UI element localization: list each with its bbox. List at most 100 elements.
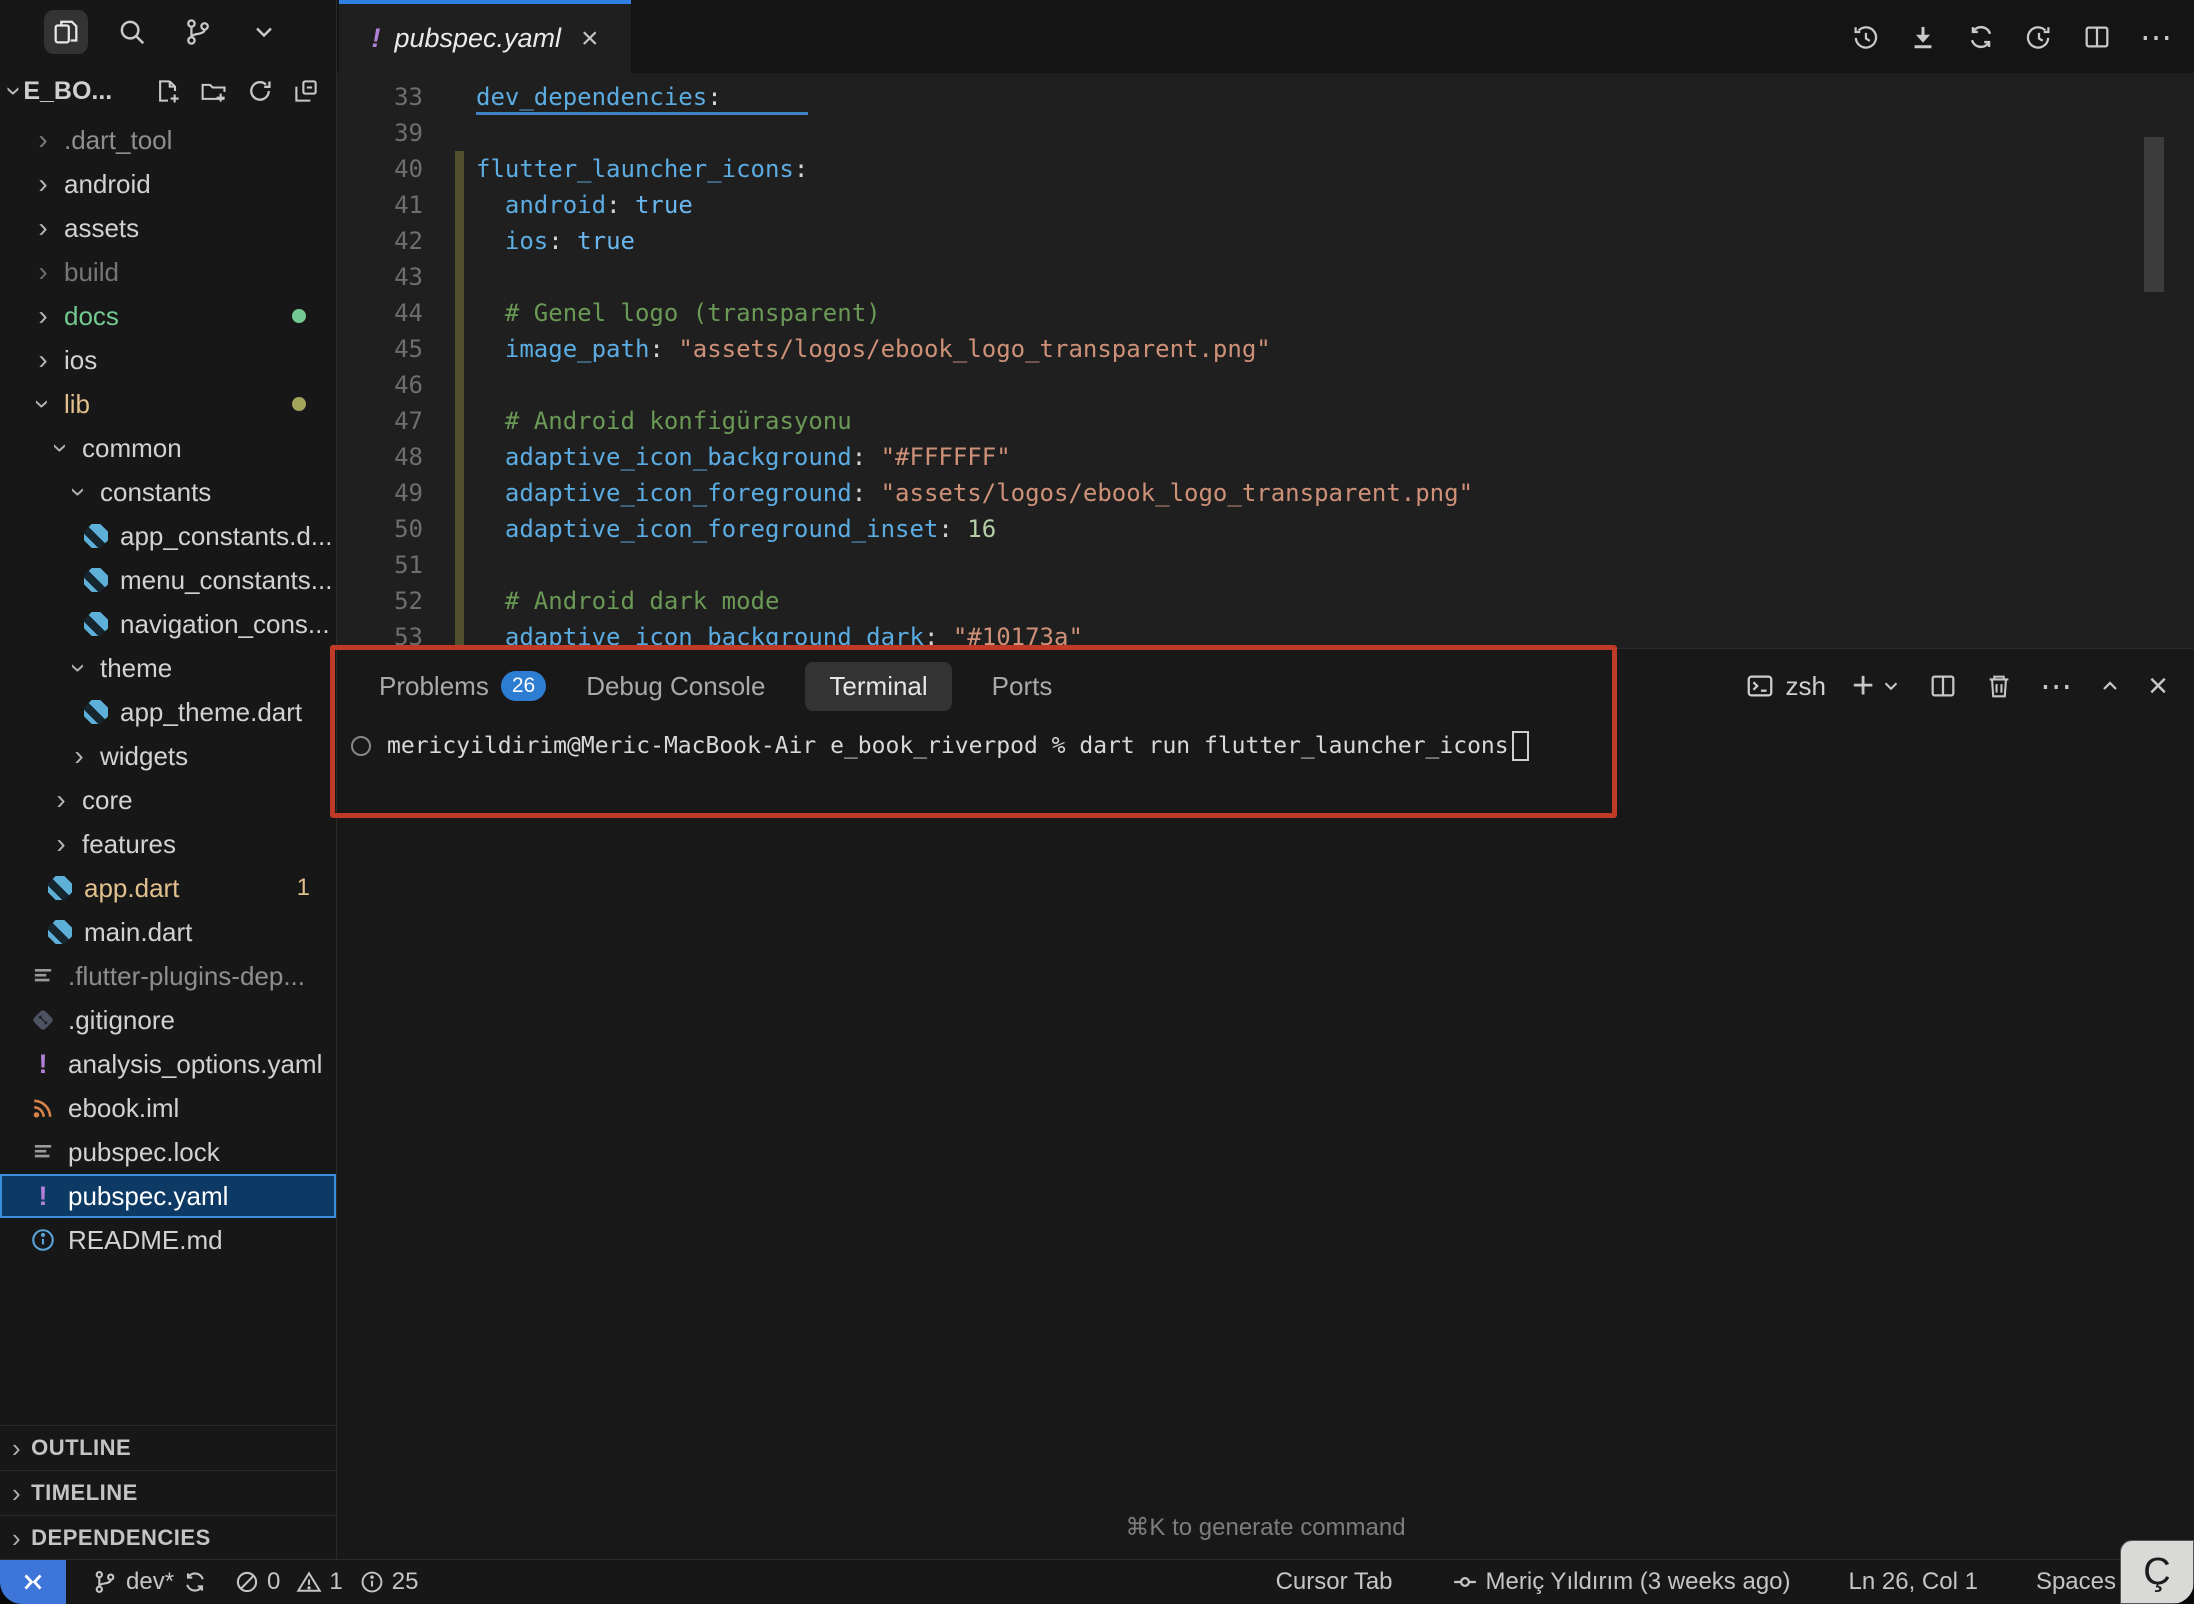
tree-item-gitignore[interactable]: .gitignore [0,998,336,1042]
remote-indicator[interactable] [0,1560,66,1604]
new-folder-icon[interactable] [200,77,228,105]
tree-item-menu-constants[interactable]: menu_constants... [0,558,336,602]
split-terminal-icon[interactable] [1928,671,1958,701]
maximize-panel-icon[interactable] [2098,674,2122,698]
refresh-icon[interactable] [246,77,274,105]
tree-item-theme[interactable]: ›theme [0,646,336,690]
tree-item-lib[interactable]: ›lib [0,382,336,426]
code-line-42[interactable]: 42 ios: true [337,223,2194,259]
cursor-position[interactable]: Ln 26, Col 1 [1849,1568,1978,1596]
more-actions-icon[interactable]: ⋯ [2140,21,2172,53]
tree-item-ebook-iml[interactable]: ebook.iml [0,1086,336,1130]
code-line-51[interactable]: 51 [337,547,2194,583]
dart-file-icon [84,612,108,636]
more-views-button[interactable] [242,10,286,54]
code-token: : [852,443,881,471]
terminal-output[interactable]: mericyildirim@Meric-MacBook-Air e_book_r… [337,731,2194,761]
search-button[interactable] [110,10,154,54]
code-line-41[interactable]: 41 android: true [337,187,2194,223]
split-editor-icon[interactable] [2082,22,2112,52]
source-control-button[interactable] [176,10,220,54]
accent-char-popup[interactable]: Ç [2120,1540,2194,1604]
new-terminal-icon[interactable]: + [1852,667,1874,705]
code-line-40[interactable]: 40flutter_launcher_icons: [337,151,2194,187]
tree-item-core[interactable]: ›core [0,778,336,822]
section-dependencies[interactable]: › DEPENDENCIES [0,1515,336,1560]
tree-item-android[interactable]: ›android [0,162,336,206]
kill-terminal-icon[interactable] [1984,671,2014,701]
tree-item-analysis-options-yaml[interactable]: !analysis_options.yaml [0,1042,336,1086]
sync-icon[interactable] [1966,22,1996,52]
panel-tab-label: Ports [992,671,1053,702]
panel-tab-ports[interactable]: Ports [992,671,1053,702]
download-icon[interactable] [1908,22,1938,52]
code-line-50[interactable]: 50 adaptive_icon_foreground_inset: 16 [337,511,2194,547]
code-line-43[interactable]: 43 [337,259,2194,295]
tree-item-readme-md[interactable]: README.md [0,1218,336,1262]
tree-item-features[interactable]: ›features [0,822,336,866]
more-panel-icon[interactable]: ⋯ [2040,670,2072,702]
close-panel-icon[interactable]: × [2148,669,2168,703]
branch-status[interactable]: dev* [92,1568,208,1596]
refresh-clock-icon[interactable] [2024,22,2054,52]
tree-item-assets[interactable]: ›assets [0,206,336,250]
editor-scrollbar[interactable] [2144,137,2164,292]
terminal-instance[interactable]: zsh [1745,671,1825,702]
code-token: : [794,155,808,183]
close-icon[interactable]: × [581,22,599,56]
tree-item-label: pubspec.yaml [68,1181,228,1212]
code-line-33[interactable]: 33dev_dependencies: [337,79,2194,115]
panel-actions: zsh + ⋯ [1745,649,2168,723]
chevron-right-icon: › [30,168,56,200]
code-line-44[interactable]: 44 # Genel logo (transparent) [337,295,2194,331]
commit-icon [1451,1568,1479,1596]
tree-item-main-dart[interactable]: main.dart [0,910,336,954]
tree-item-navigation-cons[interactable]: navigation_cons... [0,602,336,646]
code-line-39[interactable]: 39 [337,115,2194,151]
code-line-46[interactable]: 46 [337,367,2194,403]
tree-item-build[interactable]: ›build [0,250,336,294]
tree-item-app-theme-dart[interactable]: app_theme.dart [0,690,336,734]
panel-tab-terminal[interactable]: Terminal [805,662,951,711]
code-line-45[interactable]: 45 image_path: "assets/logos/ebook_logo_… [337,331,2194,367]
remote-icon [18,1567,48,1597]
code-editor[interactable]: 33dev_dependencies:3940flutter_launcher_… [337,73,2194,654]
collapse-all-icon[interactable] [292,77,320,105]
tab-bar: ! pubspec.yaml × [337,0,2194,73]
sync-changes-icon[interactable] [182,1569,208,1595]
cursor-tab-status[interactable]: Cursor Tab [1276,1568,1393,1596]
panel-tab-debug-console[interactable]: Debug Console [586,671,765,702]
code-line-48[interactable]: 48 adaptive_icon_background: "#FFFFFF" [337,439,2194,475]
tree-item-widgets[interactable]: ›widgets [0,734,336,778]
tree-item-pubspec-lock[interactable]: pubspec.lock [0,1130,336,1174]
tree-item-flutter-plugins-dep[interactable]: .flutter-plugins-dep... [0,954,336,998]
code-line-49[interactable]: 49 adaptive_icon_foreground: "assets/log… [337,475,2194,511]
line-number: 43 [337,259,423,295]
tree-item-constants[interactable]: ›constants [0,470,336,514]
section-timeline[interactable]: › TIMELINE [0,1470,336,1515]
warning-count: 1 [329,1568,342,1596]
problems-status[interactable]: 0 1 25 [234,1568,418,1596]
tree-item-dart-tool[interactable]: ›.dart_tool [0,118,336,162]
code-line-52[interactable]: 52 # Android dark mode [337,583,2194,619]
tree-item-app-dart[interactable]: app.dart1 [0,866,336,910]
tree-item-ios[interactable]: ›ios [0,338,336,382]
explorer-header[interactable]: › E_BO... [0,64,336,118]
git-branch-icon [183,17,213,47]
section-outline[interactable]: › OUTLINE [0,1425,336,1470]
tree-item-pubspec-yaml[interactable]: !pubspec.yaml [0,1174,336,1218]
tree-item-docs[interactable]: ›docs [0,294,336,338]
indent-setting[interactable]: Spaces [2036,1568,2116,1596]
panel-tab-problems[interactable]: Problems26 [379,671,546,702]
history-icon[interactable] [1850,22,1880,52]
tree-item-common[interactable]: ›common [0,426,336,470]
vscode-window: › E_BO... [0,0,2194,1604]
git-blame[interactable]: Meriç Yıldırım (3 weeks ago) [1451,1568,1791,1596]
yaml-warning-icon: ! [371,23,380,54]
new-file-icon[interactable] [154,77,182,105]
terminal-dropdown-icon[interactable] [1880,675,1902,697]
code-line-47[interactable]: 47 # Android konfigürasyonu [337,403,2194,439]
explorer-button[interactable] [44,10,88,54]
tab-pubspec-yaml[interactable]: ! pubspec.yaml × [339,0,631,73]
tree-item-app-constants-d[interactable]: app_constants.d... [0,514,336,558]
